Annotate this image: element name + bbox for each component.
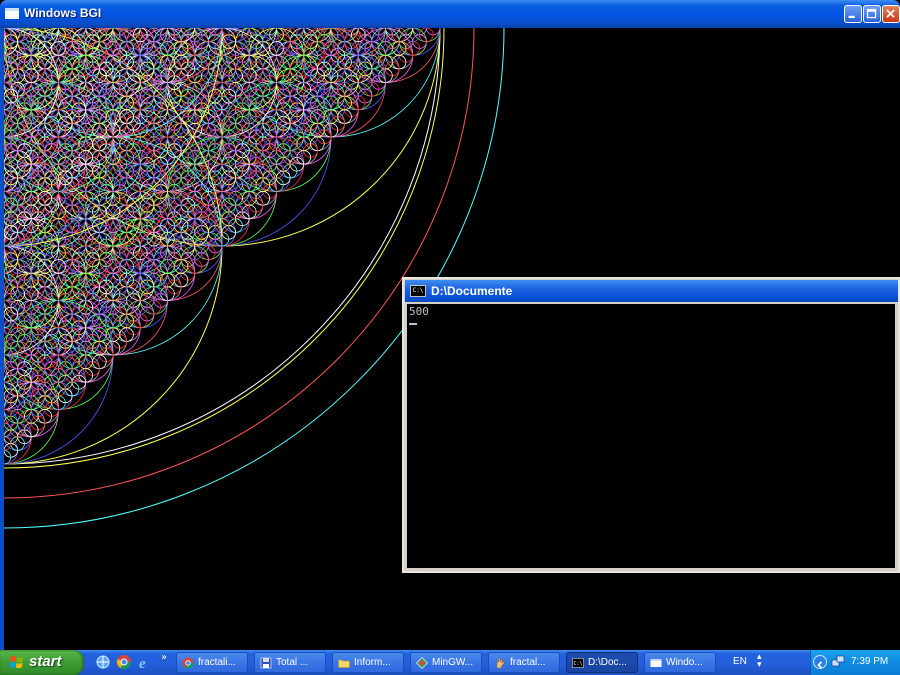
clock[interactable]: 7:39 PM [851,656,888,667]
network-icon[interactable] [831,655,845,669]
folder-icon [338,657,350,669]
system-tray: 7:39 PM [810,650,900,675]
maximize-button[interactable] [863,5,881,23]
task-button-console[interactable]: C:\ D:\Doc... [566,652,638,673]
minimize-button[interactable] [844,5,862,23]
minimize-icon [845,6,861,22]
language-options-icon[interactable]: ▴ ▾ [757,653,762,669]
console-title: D:\Documente [431,284,512,298]
start-button[interactable]: start [0,650,84,675]
window-icon [650,657,662,669]
bgi-window-title: Windows BGI [24,6,101,20]
start-label: start [29,653,62,670]
ie-globe-icon[interactable] [95,654,111,670]
hand-icon [494,657,506,669]
chrome-icon [182,657,194,669]
maximize-icon [864,6,880,22]
mingw-icon [416,657,428,669]
task-button-fractal[interactable]: fractal... [488,652,560,673]
show-hidden-icons-button[interactable] [813,655,827,669]
ie-icon[interactable]: e [137,654,153,670]
close-icon [883,6,899,22]
task-button-fractali[interactable]: fractali... [176,652,248,673]
text-cursor [409,323,417,325]
quick-launch-more[interactable]: » [161,652,167,663]
bgi-titlebar[interactable]: Windows BGI [0,0,900,28]
console-output-line: 500 [409,305,429,318]
chrome-icon[interactable] [116,654,132,670]
task-button-total-commander[interactable]: Total ... [254,652,326,673]
console-icon: C:\ [410,285,426,297]
language-indicator[interactable]: EN [733,656,747,667]
floppy-icon [260,657,272,669]
windows-logo-icon [9,655,24,670]
window-icon [5,8,19,19]
console-icon: C:\ [572,657,584,669]
task-button-windows-bgi[interactable]: Windo... [644,652,716,673]
chevron-left-icon [814,659,826,671]
console-titlebar[interactable]: C:\ D:\Documente [405,280,898,302]
console-window: C:\ D:\Documente 500 [402,277,900,573]
console-output-area[interactable]: 500 [407,304,895,568]
task-button-inform[interactable]: Inform... [332,652,404,673]
taskbar: start e » fractali... Total ... Inform..… [0,650,900,675]
close-button[interactable] [882,5,900,23]
task-button-mingw[interactable]: MinGW... [410,652,482,673]
